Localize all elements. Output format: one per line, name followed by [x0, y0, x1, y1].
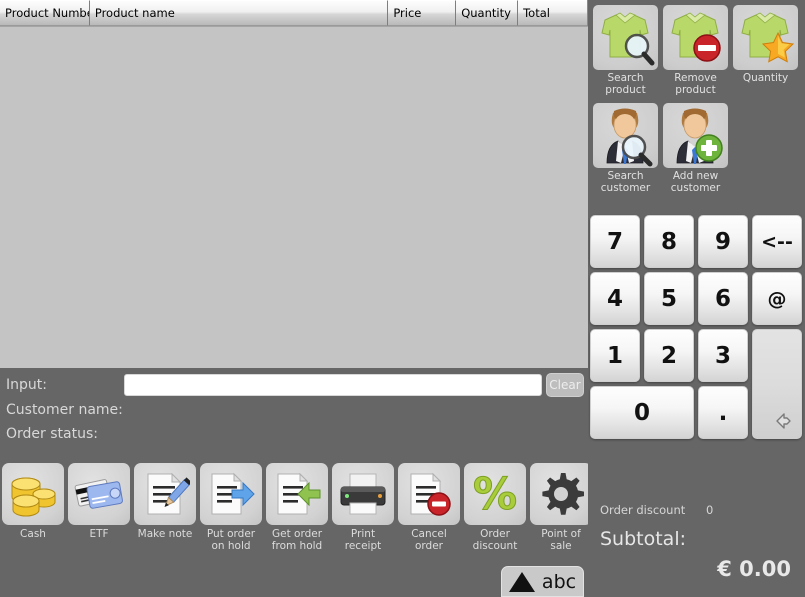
enter-arrow-icon — [776, 413, 791, 429]
search-product-button[interactable]: Search product — [593, 5, 658, 96]
keyboard-toggle-button[interactable]: abc — [501, 566, 584, 597]
key-2[interactable]: 2 — [644, 329, 694, 382]
key-5[interactable]: 5 — [644, 272, 694, 325]
etf-button[interactable]: ETF — [66, 461, 132, 561]
svg-text:%: % — [473, 471, 517, 517]
table-body[interactable] — [0, 26, 588, 368]
get-order-from-hold-button[interactable]: Get order from hold — [264, 461, 330, 561]
remove-product-button[interactable]: Remove product — [663, 5, 728, 96]
print-receipt-button[interactable]: Print receipt — [330, 461, 396, 561]
put-order-on-hold-label: Put order on hold — [206, 528, 256, 552]
key-8[interactable]: 8 — [644, 215, 694, 268]
key-at[interactable]: @ — [752, 272, 802, 325]
key-decimal[interactable]: . — [698, 386, 748, 439]
input-status-area: Input: Clear Customer name: Order status… — [0, 368, 588, 456]
subtotal-label: Subtotal: — [600, 528, 687, 550]
cash-label: Cash — [20, 528, 46, 540]
point-of-sale-label: Point of sale — [541, 528, 581, 552]
search-customer-label: Search customer — [600, 170, 651, 194]
right-panel: Search product Remove product Quantity S… — [588, 0, 805, 597]
order-table: Product Number Product name Price Quanti… — [0, 0, 588, 368]
key-6[interactable]: 6 — [698, 272, 748, 325]
order-status-label: Order status: — [6, 426, 98, 442]
column-header-product-name[interactable]: Product name — [89, 0, 389, 26]
percent-icon: % — [464, 463, 526, 525]
input-row: Input: Clear — [6, 372, 586, 398]
document-arrow-right-icon — [200, 463, 262, 525]
add-new-customer-button[interactable]: Add new customer — [663, 103, 728, 194]
quantity-label: Quantity — [742, 72, 789, 84]
key-7[interactable]: 7 — [590, 215, 640, 268]
pos-application: Product Number Product name Price Quanti… — [0, 0, 805, 597]
clear-button[interactable]: Clear — [546, 373, 584, 397]
document-arrow-left-icon — [266, 463, 328, 525]
point-of-sale-button[interactable]: Point of sale — [528, 461, 594, 561]
document-cancel-icon — [398, 463, 460, 525]
search-customer-button[interactable]: Search customer — [593, 103, 658, 194]
column-header-product-number[interactable]: Product Number — [0, 0, 90, 26]
column-header-quantity[interactable]: Quantity — [456, 0, 519, 26]
totals-area: Order discount 0 Subtotal: € 0.00 — [588, 495, 805, 597]
bottom-toolbar: Cash ETF Make note Put order on hold Get… — [0, 461, 592, 561]
printer-icon — [332, 463, 394, 525]
table-header-row: Product Number Product name Price Quanti… — [0, 0, 587, 26]
input-label: Input: — [6, 377, 47, 393]
put-order-on-hold-button[interactable]: Put order on hold — [198, 461, 264, 561]
subtotal-value: € 0.00 — [717, 557, 791, 581]
cancel-order-label: Cancel order — [411, 528, 447, 552]
key-enter[interactable] — [752, 329, 802, 439]
key-1[interactable]: 1 — [590, 329, 640, 382]
customer-name-label: Customer name: — [6, 402, 123, 418]
order-discount-label: Order discount — [472, 528, 518, 552]
make-note-label: Make note — [137, 528, 193, 540]
note-pencil-icon — [134, 463, 196, 525]
etf-label: ETF — [89, 528, 109, 540]
key-backspace[interactable]: <-- — [752, 215, 802, 268]
make-note-button[interactable]: Make note — [132, 461, 198, 561]
shirt-search-icon — [593, 5, 658, 70]
order-discount-button[interactable]: % Order discount — [462, 461, 528, 561]
print-receipt-label: Print receipt — [344, 528, 382, 552]
key-0[interactable]: 0 — [590, 386, 694, 439]
keyboard-toggle-label: abc — [541, 570, 577, 593]
gear-icon — [530, 463, 592, 525]
person-search-icon — [593, 103, 658, 168]
column-header-price[interactable]: Price — [388, 0, 457, 26]
shirt-star-icon — [733, 5, 798, 70]
search-product-label: Search product — [605, 72, 646, 96]
triangle-up-icon — [508, 571, 535, 592]
key-3[interactable]: 3 — [698, 329, 748, 382]
search-input[interactable] — [124, 374, 542, 396]
shirt-remove-icon — [663, 5, 728, 70]
quantity-button[interactable]: Quantity — [733, 5, 798, 84]
person-add-icon — [663, 103, 728, 168]
numeric-keypad: 7 8 9 <-- 4 5 6 @ 1 2 3 0 . — [588, 213, 805, 445]
column-header-total[interactable]: Total — [518, 0, 587, 26]
key-4[interactable]: 4 — [590, 272, 640, 325]
key-9[interactable]: 9 — [698, 215, 748, 268]
credit-card-icon — [68, 463, 130, 525]
action-buttons: Search product Remove product Quantity S… — [588, 0, 805, 202]
cancel-order-button[interactable]: Cancel order — [396, 461, 462, 561]
add-new-customer-label: Add new customer — [670, 170, 721, 194]
order-discount-label-text: Order discount — [600, 503, 686, 517]
order-discount-value: 0 — [706, 503, 714, 517]
get-order-from-hold-label: Get order from hold — [271, 528, 323, 552]
remove-product-label: Remove product — [674, 72, 717, 96]
cash-button[interactable]: Cash — [0, 461, 66, 561]
coins-icon — [2, 463, 64, 525]
